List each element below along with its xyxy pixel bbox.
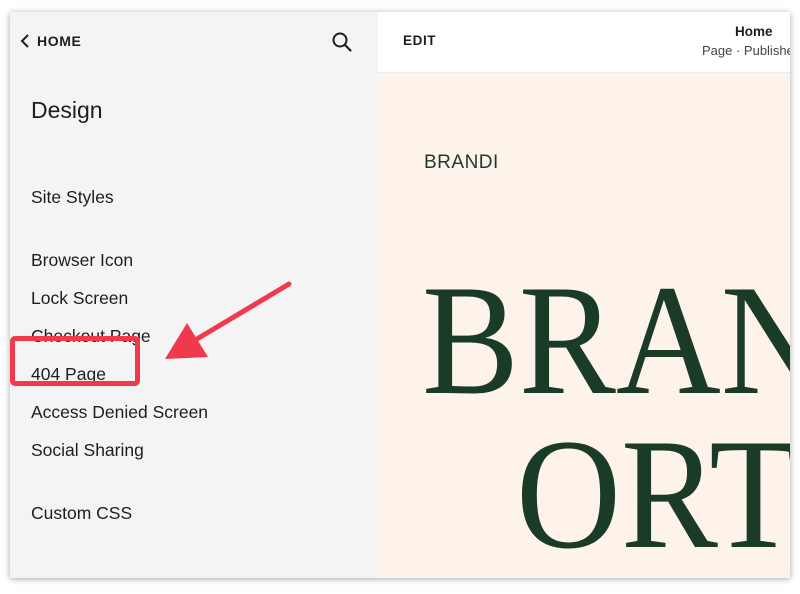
hero-heading-line-2: ORTEGA bbox=[516, 407, 790, 578]
back-home-label: HOME bbox=[37, 33, 82, 49]
sidebar-item-checkout-page[interactable]: Checkout Page bbox=[31, 326, 151, 347]
current-page-name: Home bbox=[735, 24, 773, 39]
app-window: HOME Design Site Styles Browser Icon Loc… bbox=[10, 12, 790, 578]
design-sidebar: HOME Design Site Styles Browser Icon Loc… bbox=[10, 12, 378, 578]
hero-heading-line-1: BRANDI bbox=[422, 253, 790, 428]
preview-toolbar: EDIT Home Page · Published bbox=[378, 12, 790, 73]
search-button[interactable] bbox=[331, 31, 353, 53]
sidebar-item-access-denied-screen[interactable]: Access Denied Screen bbox=[31, 402, 208, 423]
sidebar-item-custom-css[interactable]: Custom CSS bbox=[31, 503, 132, 524]
sidebar-item-lock-screen[interactable]: Lock Screen bbox=[31, 288, 128, 309]
sidebar-item-browser-icon[interactable]: Browser Icon bbox=[31, 250, 133, 271]
page-status: Page · Published bbox=[702, 43, 790, 58]
site-preview: EDIT Home Page · Published BRANDI BRANDI… bbox=[378, 12, 790, 578]
chevron-left-icon bbox=[20, 34, 29, 48]
site-logo-text[interactable]: BRANDI bbox=[424, 152, 499, 174]
page-title: Design bbox=[31, 97, 103, 123]
sidebar-item-404-page[interactable]: 404 Page bbox=[31, 364, 106, 385]
sidebar-item-social-sharing[interactable]: Social Sharing bbox=[31, 440, 144, 461]
back-home-link[interactable]: HOME bbox=[19, 30, 81, 52]
sidebar-item-site-styles[interactable]: Site Styles bbox=[31, 187, 114, 208]
search-icon bbox=[332, 32, 352, 52]
edit-button[interactable]: EDIT bbox=[403, 33, 436, 48]
